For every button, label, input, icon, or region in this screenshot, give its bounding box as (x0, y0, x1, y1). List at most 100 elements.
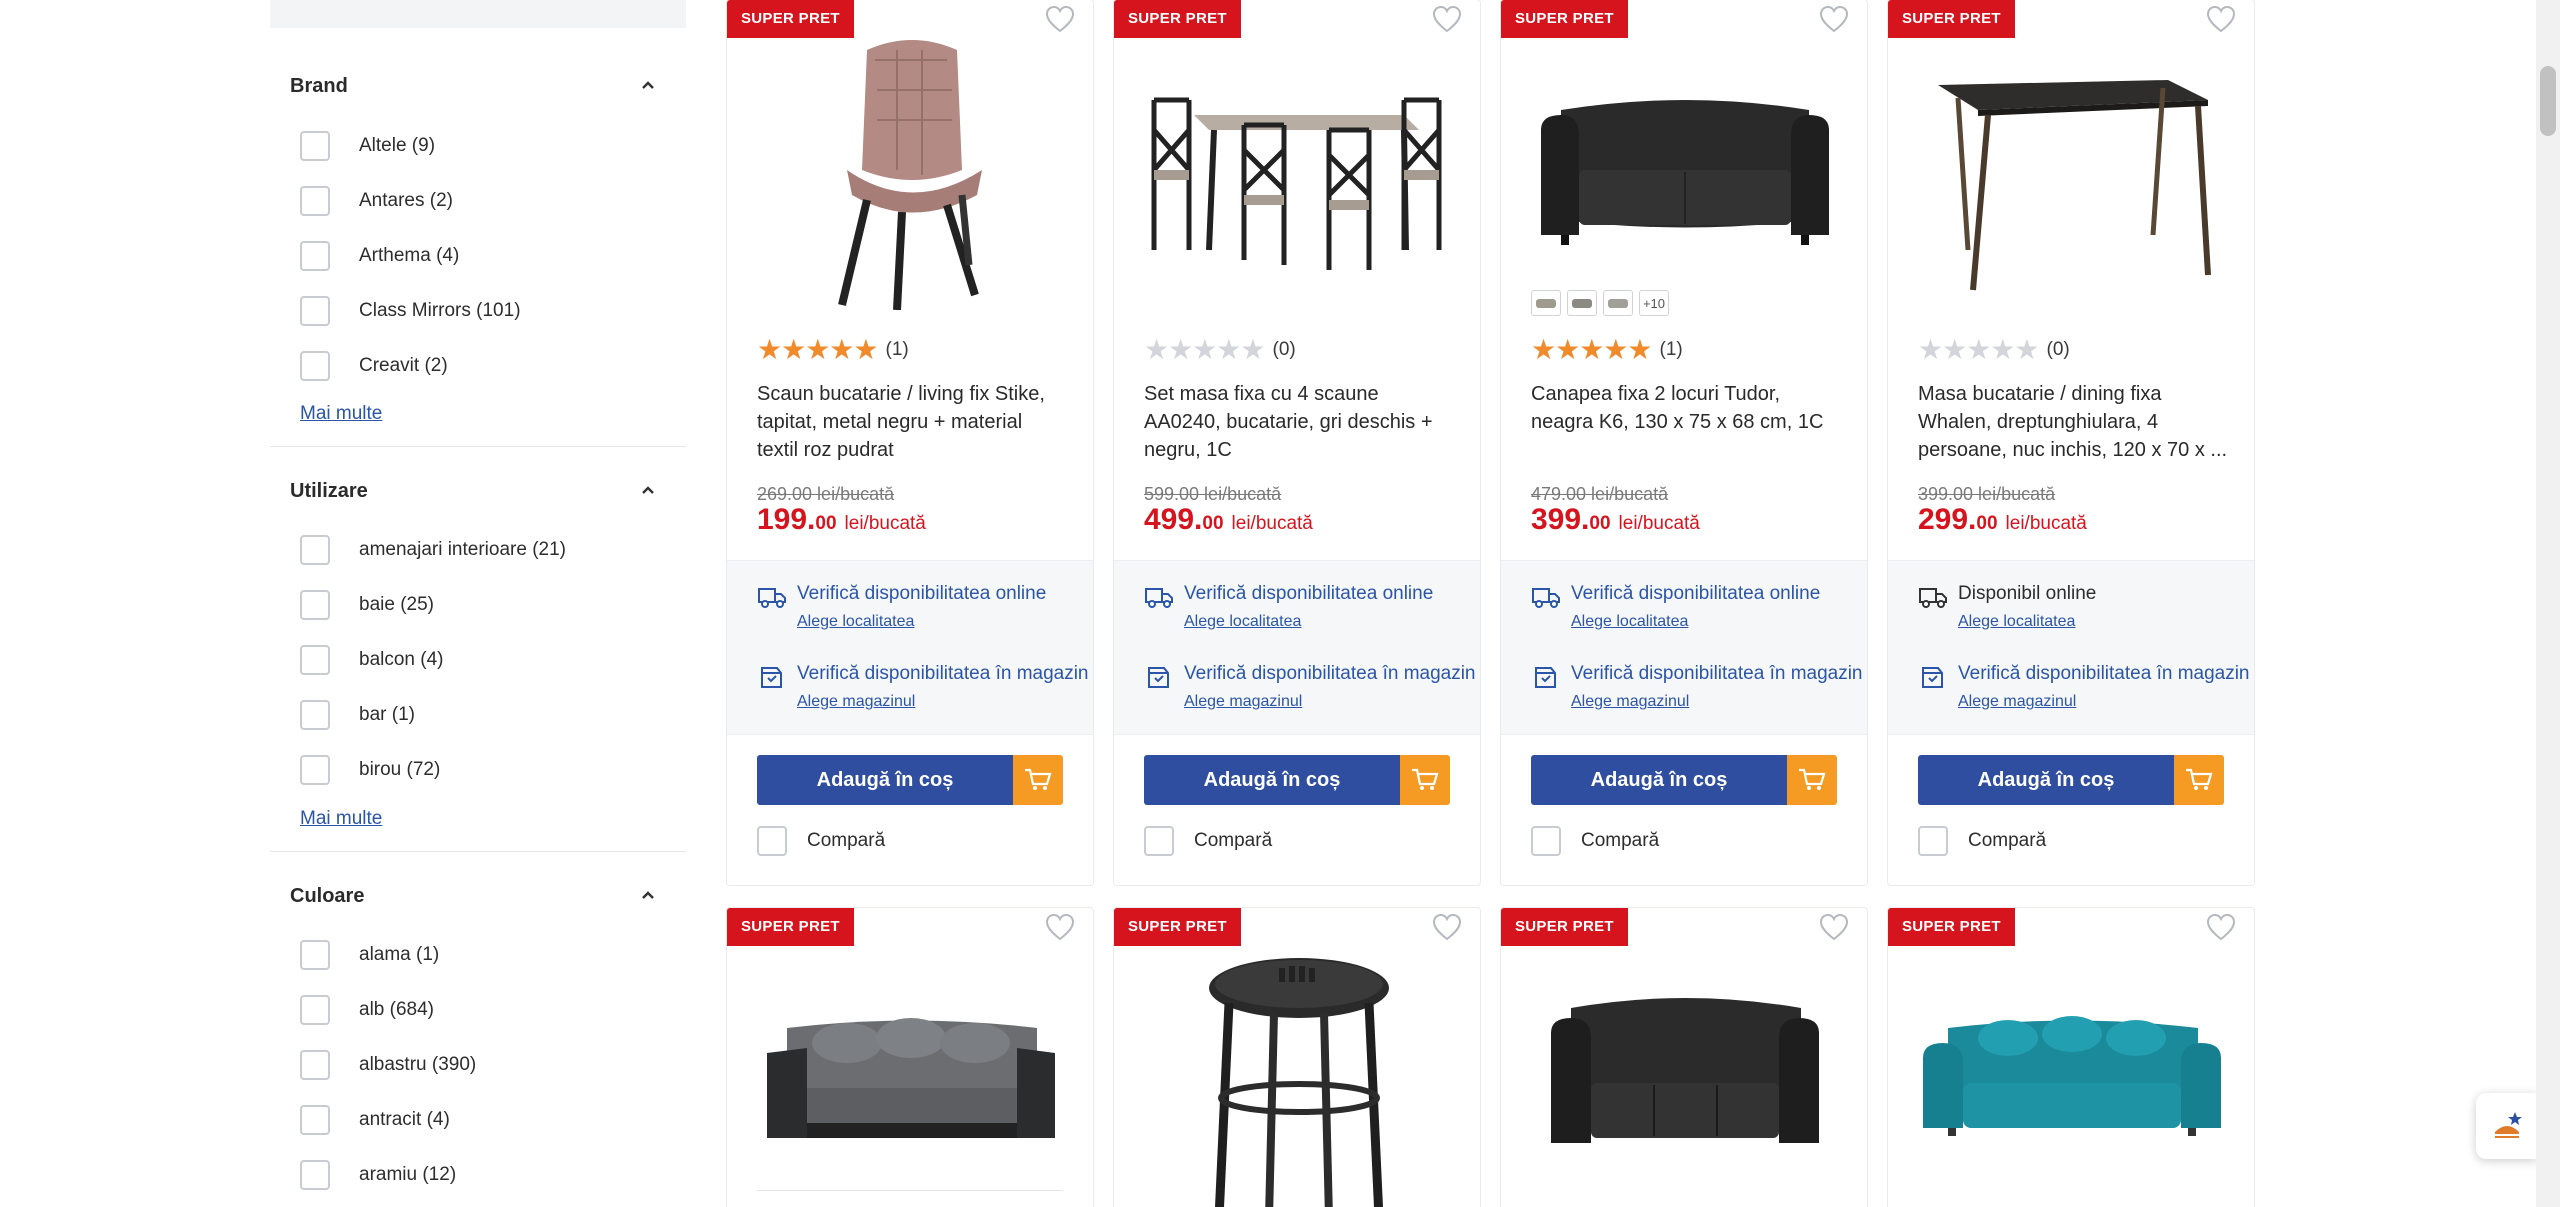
choose-locality-link[interactable]: Alege localitatea (1184, 613, 1301, 631)
dining-set-image[interactable] (1134, 20, 1462, 310)
product-card[interactable]: SUPER PRET (1887, 907, 2255, 1207)
checkbox[interactable] (300, 1049, 330, 1080)
color-swatch[interactable] (1567, 290, 1597, 316)
availability-store-text[interactable]: Verifică disponibilitatea în magazin (1184, 663, 1476, 685)
choose-store-link[interactable]: Alege magazinul (1184, 693, 1302, 711)
product-card[interactable]: SUPER PRET (1113, 907, 1481, 1207)
compare-checkbox[interactable] (1144, 826, 1174, 856)
filter-option[interactable]: antracit (4) (290, 1092, 666, 1147)
add-to-cart-button[interactable]: Adaugă în coș (1144, 755, 1450, 805)
compare-option[interactable]: Compară (757, 826, 885, 856)
checkbox[interactable] (300, 939, 330, 970)
teal-sofa-image[interactable] (1908, 988, 2236, 1168)
checkbox[interactable] (300, 240, 330, 271)
product-title[interactable]: Masa bucatarie / dining fixa Whalen, dre… (1918, 380, 2228, 464)
checkbox[interactable] (300, 699, 330, 730)
facet-brand-header[interactable]: Brand (290, 71, 666, 101)
checkbox[interactable] (300, 994, 330, 1025)
filter-option[interactable]: Arthema (4) (290, 228, 666, 283)
filter-option[interactable]: albastru (390) (290, 1037, 666, 1092)
filter-option[interactable]: Class Mirrors (101) (290, 283, 666, 338)
more-link-brand[interactable]: Mai multe (300, 403, 382, 425)
scrollbar[interactable] (2536, 0, 2560, 1207)
filter-option[interactable]: balcon (4) (290, 632, 666, 687)
old-price: 479.00 lei/bucată (1531, 484, 1669, 504)
checkbox[interactable] (300, 1159, 330, 1190)
scrollbar-thumb[interactable] (2540, 66, 2556, 136)
heart-icon[interactable] (1432, 913, 1462, 941)
availability-store-text[interactable]: Verifică disponibilitatea în magazin (1958, 663, 2250, 685)
checkbox[interactable] (300, 185, 330, 216)
availability-online-text[interactable]: Verifică disponibilitatea online (1571, 583, 1820, 605)
checkbox[interactable] (300, 754, 330, 785)
product-card[interactable]: SUPER PRET ★★★★★ (0) Set masa fixa cu 4 … (1113, 0, 1481, 886)
checkbox[interactable] (300, 589, 330, 620)
product-card[interactable]: SUPER PRET (1500, 907, 1868, 1207)
chevron-up-icon[interactable] (640, 483, 656, 499)
filter-option[interactable]: alama (1) (290, 927, 666, 982)
leather-sofa-image[interactable] (1521, 978, 1849, 1178)
compare-option[interactable]: Compară (1918, 826, 2046, 856)
color-swatch[interactable] (1531, 290, 1561, 316)
checkbox[interactable] (300, 130, 330, 161)
filter-option[interactable]: Antares (2) (290, 173, 666, 228)
chevron-up-icon[interactable] (640, 78, 656, 94)
filter-option[interactable]: alb (684) (290, 982, 666, 1037)
availability-store-text[interactable]: Verifică disponibilitatea în magazin (1571, 663, 1863, 685)
product-card[interactable]: SUPER PRET ★★★★★ (1) Scaun bucatarie / l… (726, 0, 1094, 886)
compare-checkbox[interactable] (1531, 826, 1561, 856)
filter-option[interactable]: baie (25) (290, 577, 666, 632)
product-title[interactable]: Set masa fixa cu 4 scaune AA0240, bucata… (1144, 380, 1454, 464)
checkbox[interactable] (300, 295, 330, 326)
product-title[interactable]: Canapea fixa 2 locuri Tudor, neagra K6, … (1531, 380, 1841, 436)
rating-stars: ★★★★★ (1531, 334, 1653, 365)
availability-store-text[interactable]: Verifică disponibilitatea în magazin (797, 663, 1089, 685)
sofa-bed-image[interactable] (747, 988, 1075, 1168)
checkbox[interactable] (300, 1104, 330, 1135)
chair-image[interactable] (747, 20, 1075, 310)
filter-option[interactable]: birou (72) (290, 742, 666, 797)
compare-option[interactable]: Compară (1144, 826, 1272, 856)
product-card[interactable]: SUPER PRET +10 ★★★★★ (1) Canapea fixa 2 … (1500, 0, 1868, 886)
product-card[interactable]: SUPER PRET ★★★★★ (0) Masa bucatarie / di… (1887, 0, 2255, 886)
facet-utilizare-header[interactable]: Utilizare (290, 476, 666, 506)
table-image[interactable] (1908, 20, 2236, 310)
filter-option[interactable]: bar (1) (290, 687, 666, 742)
choose-locality-link[interactable]: Alege localitatea (1958, 613, 2075, 631)
availability-online-text[interactable]: Verifică disponibilitatea online (797, 583, 1046, 605)
color-swatch[interactable] (1603, 290, 1633, 316)
more-swatches[interactable]: +10 (1639, 290, 1669, 316)
option-label: bar (1) (359, 703, 415, 725)
filter-option[interactable]: Altele (9) (290, 118, 666, 173)
filter-option[interactable]: Creavit (2) (290, 338, 666, 393)
filter-option[interactable]: amenajari interioare (21) (290, 522, 666, 577)
heart-icon[interactable] (2206, 913, 2236, 941)
chevron-up-icon[interactable] (640, 888, 656, 904)
compare-checkbox[interactable] (1918, 826, 1948, 856)
checkbox[interactable] (300, 350, 330, 381)
facet-culoare-header[interactable]: Culoare (290, 881, 666, 911)
compare-option[interactable]: Compară (1531, 826, 1659, 856)
feedback-widget[interactable] (2476, 1093, 2538, 1159)
choose-store-link[interactable]: Alege magazinul (1571, 693, 1689, 711)
more-link-utilizare[interactable]: Mai multe (300, 808, 382, 830)
choose-store-link[interactable]: Alege magazinul (1958, 693, 2076, 711)
add-to-cart-button[interactable]: Adaugă în coș (757, 755, 1063, 805)
product-title[interactable]: Scaun bucatarie / living fix Stike, tapi… (757, 380, 1067, 464)
choose-locality-link[interactable]: Alege localitatea (797, 613, 914, 631)
product-card[interactable]: SUPER PRET (726, 907, 1094, 1207)
compare-checkbox[interactable] (757, 826, 787, 856)
add-to-cart-button[interactable]: Adaugă în coș (1531, 755, 1837, 805)
stool-image[interactable] (1174, 948, 1424, 1207)
add-to-cart-button[interactable]: Adaugă în coș (1918, 755, 2224, 805)
heart-icon[interactable] (1045, 913, 1075, 941)
add-to-cart-label: Adaugă în coș (1144, 755, 1400, 805)
choose-locality-link[interactable]: Alege localitatea (1571, 613, 1688, 631)
sofa-image[interactable] (1521, 20, 1849, 310)
heart-icon[interactable] (1819, 913, 1849, 941)
checkbox[interactable] (300, 534, 330, 565)
choose-store-link[interactable]: Alege magazinul (797, 693, 915, 711)
checkbox[interactable] (300, 644, 330, 675)
filter-option[interactable]: aramiu (12) (290, 1147, 666, 1202)
availability-online-text[interactable]: Verifică disponibilitatea online (1184, 583, 1433, 605)
